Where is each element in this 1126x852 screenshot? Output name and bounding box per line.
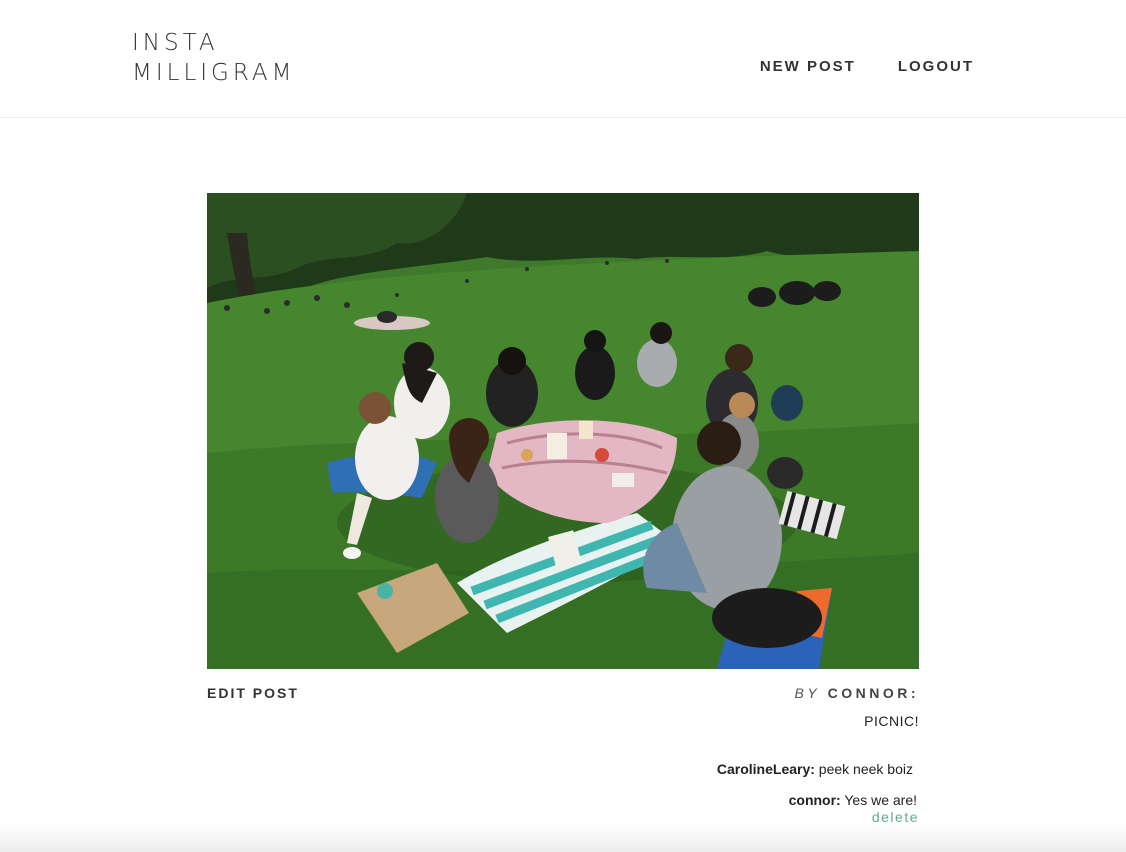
post-caption: PICNIC! — [864, 713, 919, 729]
comment-user: connor: — [788, 792, 841, 808]
logout-link[interactable]: LOGOUT — [898, 58, 974, 75]
site-header: INSTA MILLIGRAM NEW POST LOGOUT — [0, 0, 1126, 118]
logo-line-2: MILLIGRAM — [132, 60, 296, 86]
comment-text: Yes we are! — [840, 792, 917, 808]
comment-item: connor: Yes we are! — [207, 792, 919, 808]
picnic-photo-illustration — [207, 193, 919, 669]
logo-line-1: INSTA — [132, 30, 219, 56]
comment-text: peek neek boiz — [814, 761, 913, 777]
post-card: EDIT POST BY CONNOR: PICNIC! CarolineLea… — [207, 193, 919, 825]
edit-post-link[interactable]: EDIT POST — [207, 685, 299, 701]
comment-item: CarolineLeary: peek neek boiz — [207, 761, 919, 777]
post-photo — [207, 193, 919, 669]
delete-comment-link[interactable]: delete — [207, 809, 919, 825]
comment-user: CarolineLeary: — [716, 761, 815, 777]
new-post-link[interactable]: NEW POST — [760, 58, 856, 75]
main-nav: NEW POST LOGOUT — [760, 58, 974, 75]
comments-list: CarolineLeary: peek neek boiz connor: Ye… — [207, 761, 919, 825]
author-name: CONNOR: — [827, 685, 919, 701]
by-label: BY — [794, 685, 821, 701]
post-meta: EDIT POST BY CONNOR: — [207, 685, 919, 715]
bottom-fade — [0, 822, 1126, 852]
site-logo[interactable]: INSTA MILLIGRAM — [132, 28, 296, 88]
post-author: BY CONNOR: — [795, 685, 919, 701]
